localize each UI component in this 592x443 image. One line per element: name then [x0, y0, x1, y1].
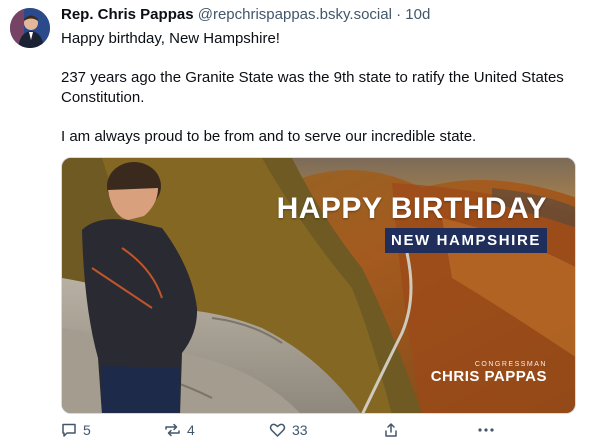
- avatar-image: [10, 8, 50, 48]
- share-icon: [385, 423, 397, 437]
- share-button[interactable]: [383, 422, 399, 438]
- separator-dot: ·: [396, 6, 402, 23]
- post-text-line: 237 years ago the Granite State was the …: [61, 69, 564, 106]
- post-header: Rep. Chris Pappas @repchrispappas.bsky.s…: [61, 6, 582, 26]
- reply-button[interactable]: 5: [61, 422, 91, 438]
- image-title: HAPPY BIRTHDAY: [276, 192, 547, 225]
- more-icon: [478, 428, 494, 432]
- logo-big-text: CHRIS PAPPAS: [430, 368, 547, 385]
- author-handle[interactable]: @repchrispappas.bsky.social: [198, 6, 392, 23]
- image-subtitle-banner: NEW HAMPSHIRE: [385, 228, 547, 253]
- more-options-button[interactable]: [477, 422, 495, 438]
- author-display-name[interactable]: Rep. Chris Pappas: [61, 6, 194, 23]
- reply-icon: [62, 423, 76, 437]
- post-actions: 5 4 33: [61, 422, 501, 443]
- logo-small-text: CONGRESSMAN: [474, 361, 547, 368]
- like-button[interactable]: 33: [269, 422, 308, 438]
- post: Rep. Chris Pappas @repchrispappas.bsky.s…: [0, 0, 592, 443]
- repost-button[interactable]: 4: [164, 422, 195, 438]
- reply-count: 5: [83, 422, 91, 438]
- post-text-line: Happy birthday, New Hampshire!: [61, 30, 280, 47]
- post-timestamp[interactable]: 10d: [405, 6, 430, 23]
- like-count: 33: [292, 422, 308, 438]
- heart-icon: [269, 423, 286, 437]
- campaign-logo: CONGRESSMAN CHRIS PAPPAS: [431, 361, 547, 385]
- repost-icon: [165, 423, 180, 437]
- avatar[interactable]: [10, 8, 50, 48]
- repost-count: 4: [187, 422, 195, 438]
- post-image[interactable]: HAPPY BIRTHDAY NEW HAMPSHIRE CONGRESSMAN…: [61, 157, 576, 414]
- post-text-line: I am always proud to be from and to serv…: [61, 128, 477, 145]
